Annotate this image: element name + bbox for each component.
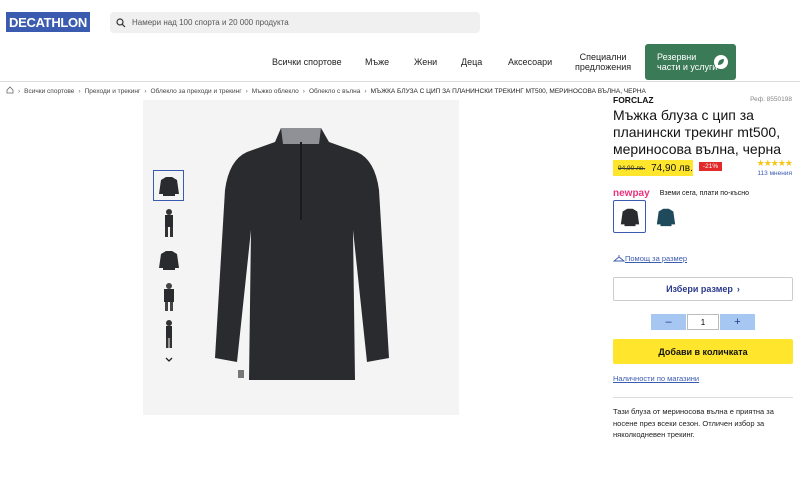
breadcrumb-item[interactable]: Преходи и трекинг <box>85 88 141 95</box>
special-offers-line1: Специални <box>579 52 627 62</box>
search-icon[interactable] <box>110 17 132 28</box>
newpay-logo: newpay <box>613 188 650 199</box>
special-offers-line2: предложения <box>575 62 632 72</box>
nav-item-special-offers[interactable]: Специални предложения <box>575 52 631 72</box>
chevron-right-icon: › <box>144 87 147 95</box>
thumbnail[interactable] <box>153 207 184 238</box>
increase-quantity-button[interactable]: + <box>720 314 755 330</box>
nav-item-kids[interactable]: Деца <box>461 57 482 67</box>
chevron-right-icon: › <box>18 87 21 95</box>
chevron-right-icon: › <box>78 87 81 95</box>
decathlon-logo[interactable]: DECATHLON <box>6 12 90 32</box>
choose-size-button[interactable]: Избери размер › <box>613 277 793 301</box>
search-input[interactable] <box>132 18 462 27</box>
nav-item-spare-parts[interactable]: Резервни части и услуги <box>645 44 736 80</box>
search-bar[interactable] <box>110 12 480 33</box>
thumbnail[interactable] <box>153 318 184 349</box>
breadcrumb-current: МЪЖКА БЛУЗА С ЦИП ЗА ПЛАНИНСКИ ТРЕКИНГ M… <box>370 87 646 95</box>
old-price: 94,90 лв. <box>618 164 646 172</box>
spare-parts-line2: части и услуги <box>657 62 718 72</box>
color-variant-teal[interactable] <box>649 200 682 233</box>
store-availability-link[interactable]: Наличности по магазини <box>613 374 699 383</box>
quantity-stepper: – + <box>651 314 755 330</box>
add-to-cart-button[interactable]: Добави в количката <box>613 339 793 364</box>
decrease-quantity-button[interactable]: – <box>651 314 686 330</box>
breadcrumb-item[interactable]: Облекло с вълна <box>309 88 360 95</box>
leaf-icon <box>714 55 728 69</box>
reviews-link[interactable]: 113 мнения <box>757 170 792 177</box>
newpay-banner[interactable]: newpay Вземи сега, плати по-късно <box>613 188 749 199</box>
price-box: 94,90 лв. 74,90 лв. <box>613 160 693 176</box>
breadcrumb-item[interactable]: Всички спортове <box>24 88 74 95</box>
nav-item-accessories[interactable]: Аксесоари <box>508 57 552 67</box>
product-ref: Реф. 8550198 <box>750 96 792 103</box>
thumbnail[interactable] <box>153 281 184 312</box>
choose-size-label: Избери размер <box>666 284 733 294</box>
breadcrumb-item[interactable]: Мъжко облекло <box>252 88 299 95</box>
color-variant-black[interactable] <box>613 200 646 233</box>
thumbnail[interactable] <box>153 170 184 201</box>
hanger-icon <box>612 253 626 264</box>
nav-item-women[interactable]: Жени <box>414 57 437 67</box>
size-help-label: Помощ за размер <box>625 254 688 263</box>
product-brand[interactable]: FORCLAZ <box>613 95 654 105</box>
product-title: Мъжка блуза с цип за планински трекинг m… <box>613 107 782 157</box>
chevron-right-icon: › <box>364 87 367 95</box>
home-icon[interactable] <box>6 86 14 96</box>
divider <box>613 397 793 398</box>
discount-badge: -21% <box>699 162 723 171</box>
breadcrumb-item[interactable]: Облекло за преходи и трекинг <box>151 88 242 95</box>
thumbnail-list <box>153 170 185 355</box>
size-help-link[interactable]: Помощ за размер <box>612 253 688 264</box>
nav-item-all-sports[interactable]: Всички спортове <box>272 57 342 67</box>
site-header: DECATHLON Всички спортове Мъже Жени Деца… <box>0 0 800 82</box>
spare-parts-line1: Резервни <box>657 52 697 62</box>
product-main-image[interactable] <box>143 100 459 415</box>
chevron-right-icon: › <box>302 87 305 95</box>
nav-item-men[interactable]: Мъже <box>365 57 389 67</box>
chevron-right-icon: › <box>245 87 248 95</box>
product-description: Тази блуза от мериносова вълна е приятна… <box>613 407 774 439</box>
chevron-down-icon[interactable] <box>163 352 175 362</box>
quantity-input[interactable] <box>687 314 719 330</box>
chevron-right-icon: › <box>736 284 740 294</box>
breadcrumb: › Всички спортове › Преходи и трекинг › … <box>6 86 646 96</box>
rating-stars: ★★★★★ <box>756 158 793 168</box>
current-price: 74,90 лв. <box>651 162 693 174</box>
thumbnail[interactable] <box>153 244 184 275</box>
newpay-text: Вземи сега, плати по-късно <box>659 190 750 197</box>
